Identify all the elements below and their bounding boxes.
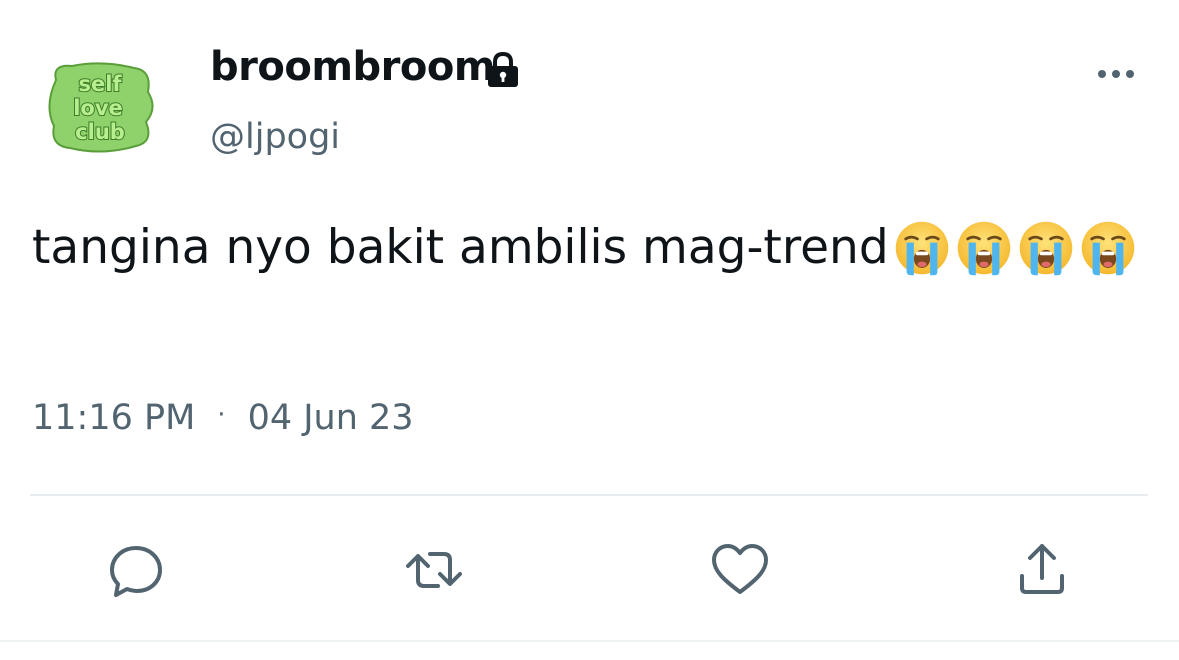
tweet-timestamp: 11:16 PM · 04 Jun 23 [32,398,414,438]
tweet-text: tangina nyo bakit ambilis mag-trend [32,218,1147,278]
avatar-self-love-club-logo: self love club [48,62,154,153]
retweet-icon [406,552,462,588]
like-button[interactable] [710,540,770,600]
emoji-group [889,220,1137,276]
loudly-crying-face-emoji [957,221,1010,276]
loudly-crying-face-emoji [1019,221,1072,276]
loudly-crying-face-emoji [1081,221,1134,276]
retweet-button[interactable] [404,540,464,600]
lock-icon [482,51,524,88]
separator-dot: · [217,400,226,430]
avatar[interactable]: self love club [42,58,160,158]
more-icon[interactable] [1096,66,1136,82]
svg-text:self: self [78,72,122,96]
tweet-text-content: tangina nyo bakit ambilis mag-trend [32,220,889,275]
share-icon [1020,544,1064,594]
tweet-time[interactable]: 11:16 PM [32,398,195,438]
divider [30,494,1148,496]
tweet-date[interactable]: 04 Jun 23 [248,398,414,438]
share-button[interactable] [1012,540,1072,600]
loudly-crying-face-emoji [895,221,948,276]
tweet-card: self love club broombroom @ljpogi tangin… [0,0,1179,660]
display-name[interactable]: broombroom [210,44,496,90]
bottom-divider [0,640,1179,642]
heart-icon [712,544,768,594]
user-handle[interactable]: @ljpogi [210,117,340,157]
svg-text:love: love [73,96,123,120]
reply-icon [110,546,162,597]
svg-text:club: club [75,120,125,144]
reply-button[interactable] [106,540,166,600]
